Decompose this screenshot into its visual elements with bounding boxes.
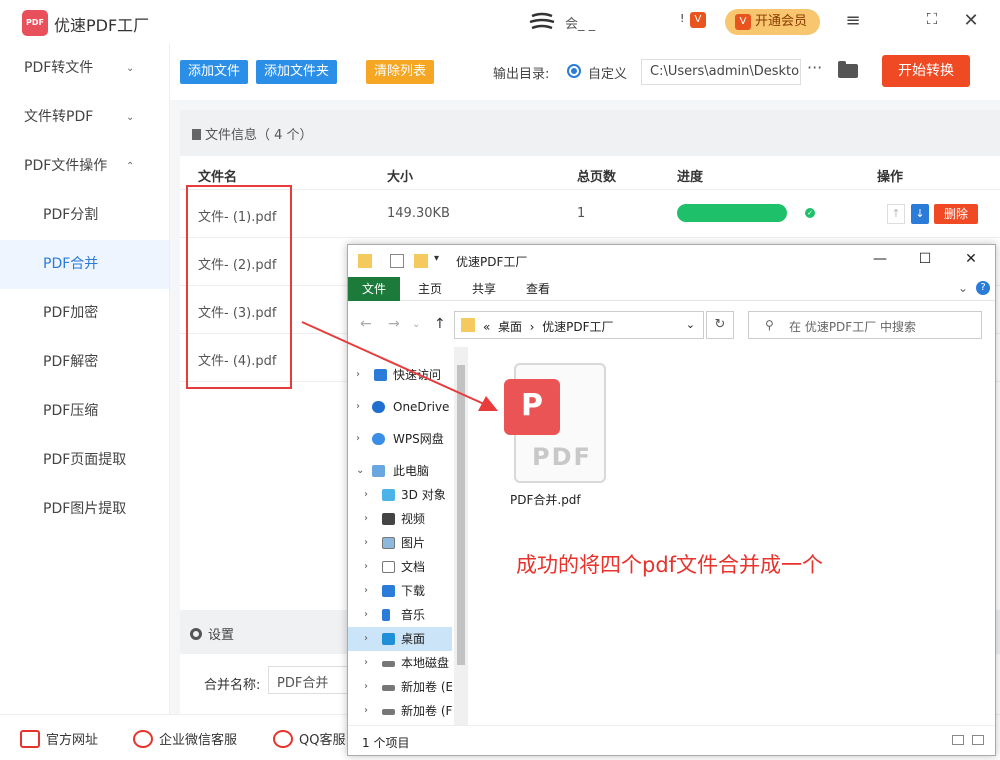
annotation-arrow bbox=[301, 321, 498, 411]
